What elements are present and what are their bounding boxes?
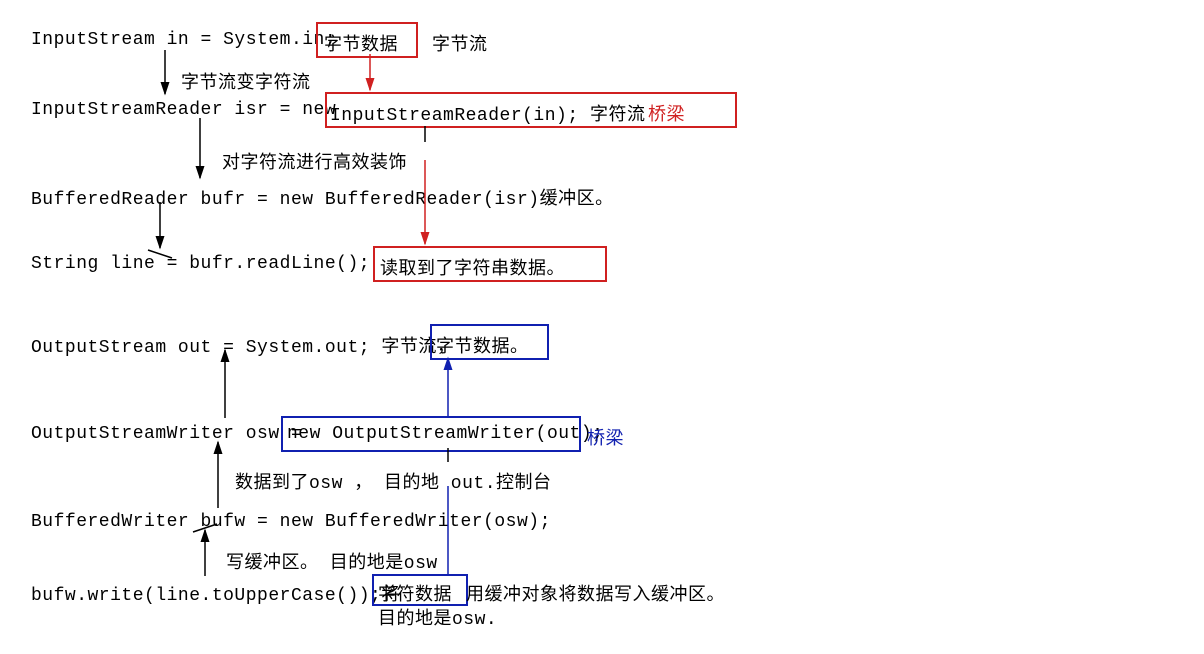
bufr-decl: BufferedReader bufr = new BufferedReader…	[31, 184, 614, 210]
write-call-post: 用缓冲对象将数据写入缓冲区。	[466, 580, 725, 606]
bufw-decl: BufferedWriter bufw = new BufferedWriter…	[31, 512, 551, 532]
dest-osw-label: 目的地是osw.	[378, 604, 497, 630]
write-call-pre: bufw.write(line.toUpperCase());将	[31, 580, 400, 606]
bridge-label-2: 桥梁	[587, 424, 624, 450]
in-decl: InputStream in = System.in;	[31, 30, 336, 50]
osw-lhs: OutputStreamWriter osw =	[31, 424, 302, 444]
char-data-label: 字符数据	[378, 580, 452, 606]
bridge-label-1: 桥梁	[648, 100, 685, 126]
decorate-label: 对字符流进行高效装饰	[222, 148, 407, 174]
out-decl: OutputStream out = System.out; 字节流，	[31, 332, 455, 358]
read-string-label: 读取到了字符串数据。	[380, 254, 565, 280]
byte-data-label: 字节数据	[324, 30, 398, 56]
data-to-osw-label: 数据到了osw ， 目的地 out.控制台	[235, 468, 552, 494]
byte-data2-label: 字节数据。	[436, 332, 529, 358]
isr-lhs: InputStreamReader isr = new	[31, 100, 336, 120]
write-buffer-label: 写缓冲区。 目的地是osw	[226, 548, 438, 574]
diagram-canvas: InputStream in = System.in; 字节数据 字节流 字节流…	[0, 0, 1204, 654]
isr-rhs: InputStreamReader(in); 字符流	[330, 100, 645, 126]
byte-stream-label: 字节流	[432, 30, 488, 56]
osw-rhs: new OutputStreamWriter(out);	[287, 424, 603, 444]
byte-to-char-label: 字节流变字符流	[181, 68, 311, 94]
readline-call: String line = bufr.readLine();	[31, 254, 370, 274]
